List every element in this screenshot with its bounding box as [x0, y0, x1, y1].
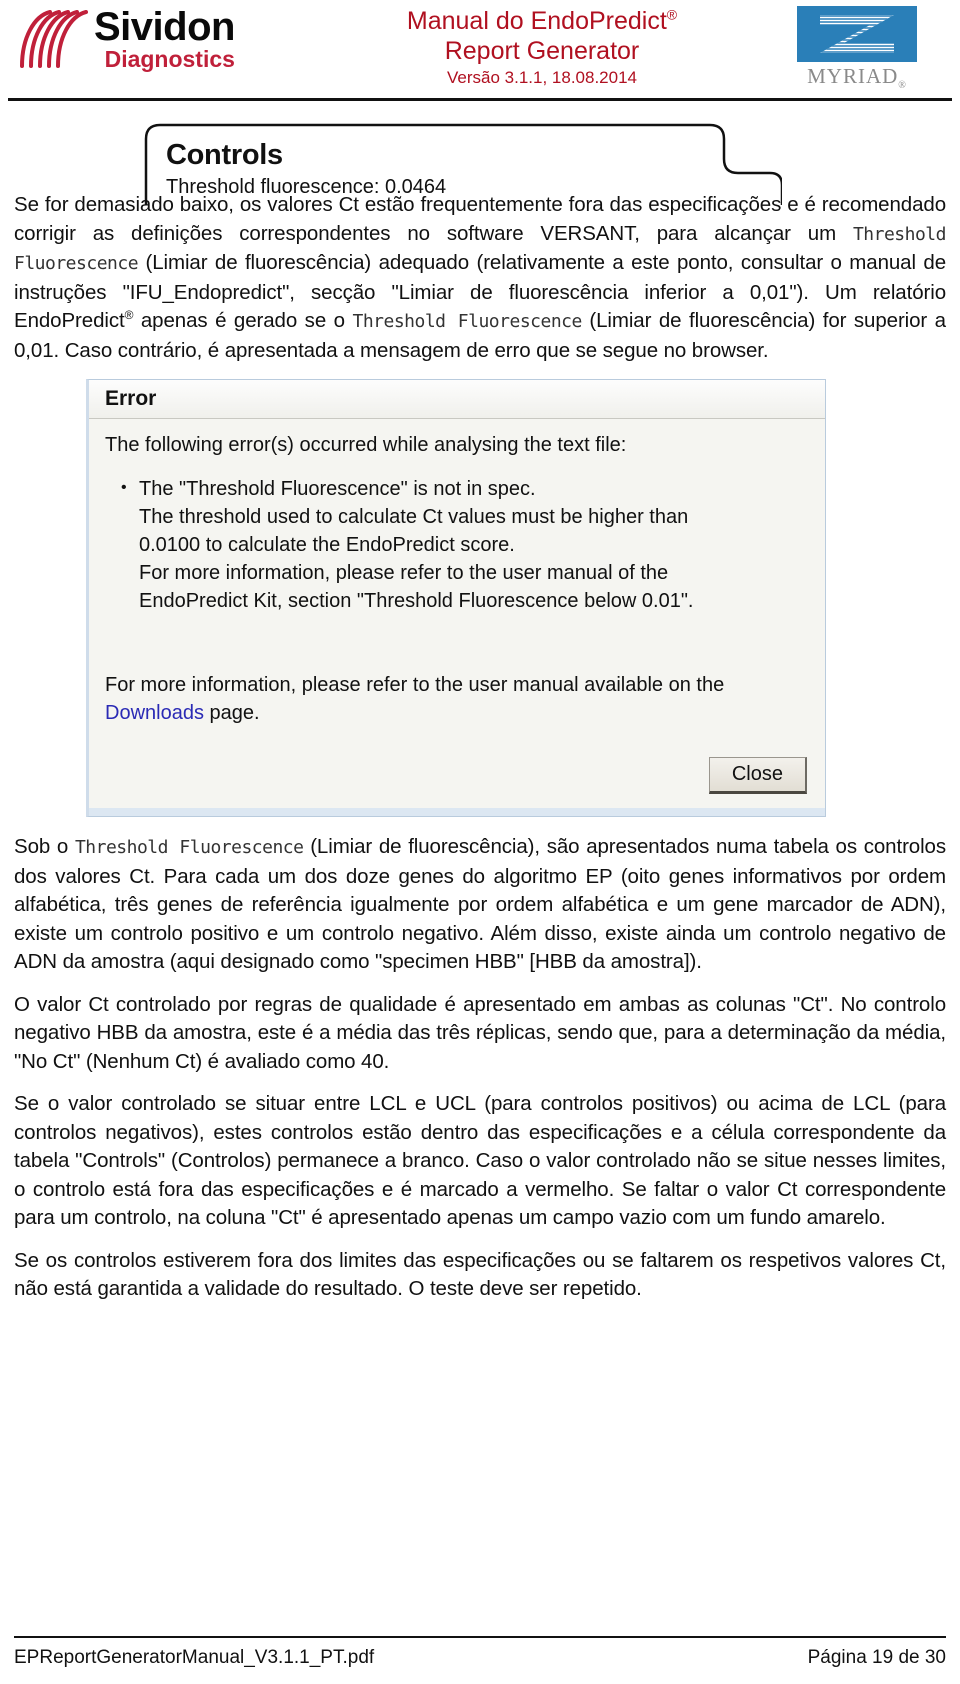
document-page: Sividon Diagnostics Manual do EndoPredic…: [0, 0, 960, 1684]
paragraph-1-wrapper: Se for demasiado baixo, os valores Ct es…: [14, 191, 947, 365]
error-bullet-line-5: EndoPredict Kit, section "Threshold Fluo…: [139, 590, 694, 612]
myriad-registered-icon: ®: [898, 80, 907, 92]
downloads-link[interactable]: Downloads: [105, 702, 204, 724]
paragraph-4: Se o valor controlado se situar entre LC…: [14, 1092, 946, 1229]
error-bullet-line-1: The "Threshold Fluorescence" is not in s…: [139, 478, 536, 500]
close-button[interactable]: Close: [708, 757, 807, 794]
error-bullet-item: The "Threshold Fluorescence" is not in s…: [121, 474, 809, 615]
error-dialog-screenshot: Error The following error(s) occurred wh…: [86, 379, 826, 817]
error-footer-note-b: page.: [203, 702, 260, 724]
sividon-brand-sub: Diagnostics: [104, 46, 235, 72]
error-dialog-actions: Close: [89, 733, 825, 808]
header-divider: [8, 98, 952, 101]
paragraph-3: O valor Ct controlado por regras de qual…: [14, 992, 946, 1073]
paragraph-1: Se for demasiado baixo, os valores Ct es…: [14, 191, 947, 365]
document-content: Controls Threshold fluorescence: 0.0464 …: [0, 119, 960, 1304]
footer-divider: [14, 1636, 946, 1638]
error-bullet-line-4: For more information, please refer to th…: [139, 562, 669, 584]
document-title-block: Manual do EndoPredict® Report Generator …: [312, 4, 772, 89]
error-footer-note-a: For more information, please refer to th…: [105, 674, 725, 696]
p2-part-a: Sob o: [14, 835, 75, 858]
sividon-flame-icon: [12, 8, 90, 70]
error-dialog-bottom-strip: [89, 808, 825, 816]
manual-version: Versão 3.1.1, 18.08.2014: [447, 68, 637, 87]
sividon-wordmark: Sividon Diagnostics: [94, 4, 235, 71]
footer-row: EPReportGeneratorManual_V3.1.1_PT.pdf Pá…: [14, 1646, 946, 1670]
p1-part-c: apenas é gerado se o: [133, 309, 353, 332]
error-dialog-titlebar: Error: [89, 380, 825, 419]
p2-term-threshold-fluorescence: Threshold Fluorescence: [74, 837, 304, 858]
p1-part-a: Se for demasiado baixo, os valores Ct es…: [14, 193, 946, 245]
error-bullet-line-2: The threshold used to calculate Ct value…: [139, 506, 689, 528]
manual-title-text: Manual do EndoPredict: [406, 7, 667, 35]
sividon-logo: Sividon Diagnostics: [12, 4, 312, 71]
myriad-logo: MYRIAD®: [772, 4, 942, 91]
myriad-wordmark: MYRIAD®: [807, 64, 907, 91]
error-dialog-body: The following error(s) occurred while an…: [89, 419, 825, 733]
sividon-brand-name: Sividon: [94, 5, 235, 49]
registered-mark-icon: ®: [666, 6, 678, 23]
error-lead-text: The following error(s) occurred while an…: [105, 434, 627, 456]
paragraph-5: Se os controlos estiverem fora dos limit…: [14, 1248, 946, 1301]
p1-term-threshold-fluorescence-2: Threshold Fluorescence: [352, 311, 582, 332]
error-bullet-line-3: 0.0100 to calculate the EndoPredict scor…: [139, 534, 515, 556]
error-dialog-title: Error: [105, 387, 157, 410]
footer-file-name: EPReportGeneratorManual_V3.1.1_PT.pdf: [14, 1647, 375, 1668]
document-header: Sividon Diagnostics Manual do EndoPredic…: [0, 0, 960, 96]
error-bullet-list: The "Threshold Fluorescence" is not in s…: [105, 474, 809, 615]
myriad-logo-icon: [797, 6, 917, 62]
document-footer: EPReportGeneratorManual_V3.1.1_PT.pdf Pá…: [0, 1636, 960, 1670]
footer-page-number: Página 19 de 30: [807, 1647, 946, 1668]
controls-panel-title: Controls: [166, 139, 283, 171]
error-footer-note: For more information, please refer to th…: [105, 671, 809, 727]
manual-subtitle: Report Generator: [444, 37, 640, 65]
paragraph-2: Sob o Threshold Fluorescence (Limiar de …: [14, 833, 946, 977]
myriad-name: MYRIAD: [807, 64, 899, 88]
manual-title: Manual do EndoPredict®: [312, 6, 772, 36]
